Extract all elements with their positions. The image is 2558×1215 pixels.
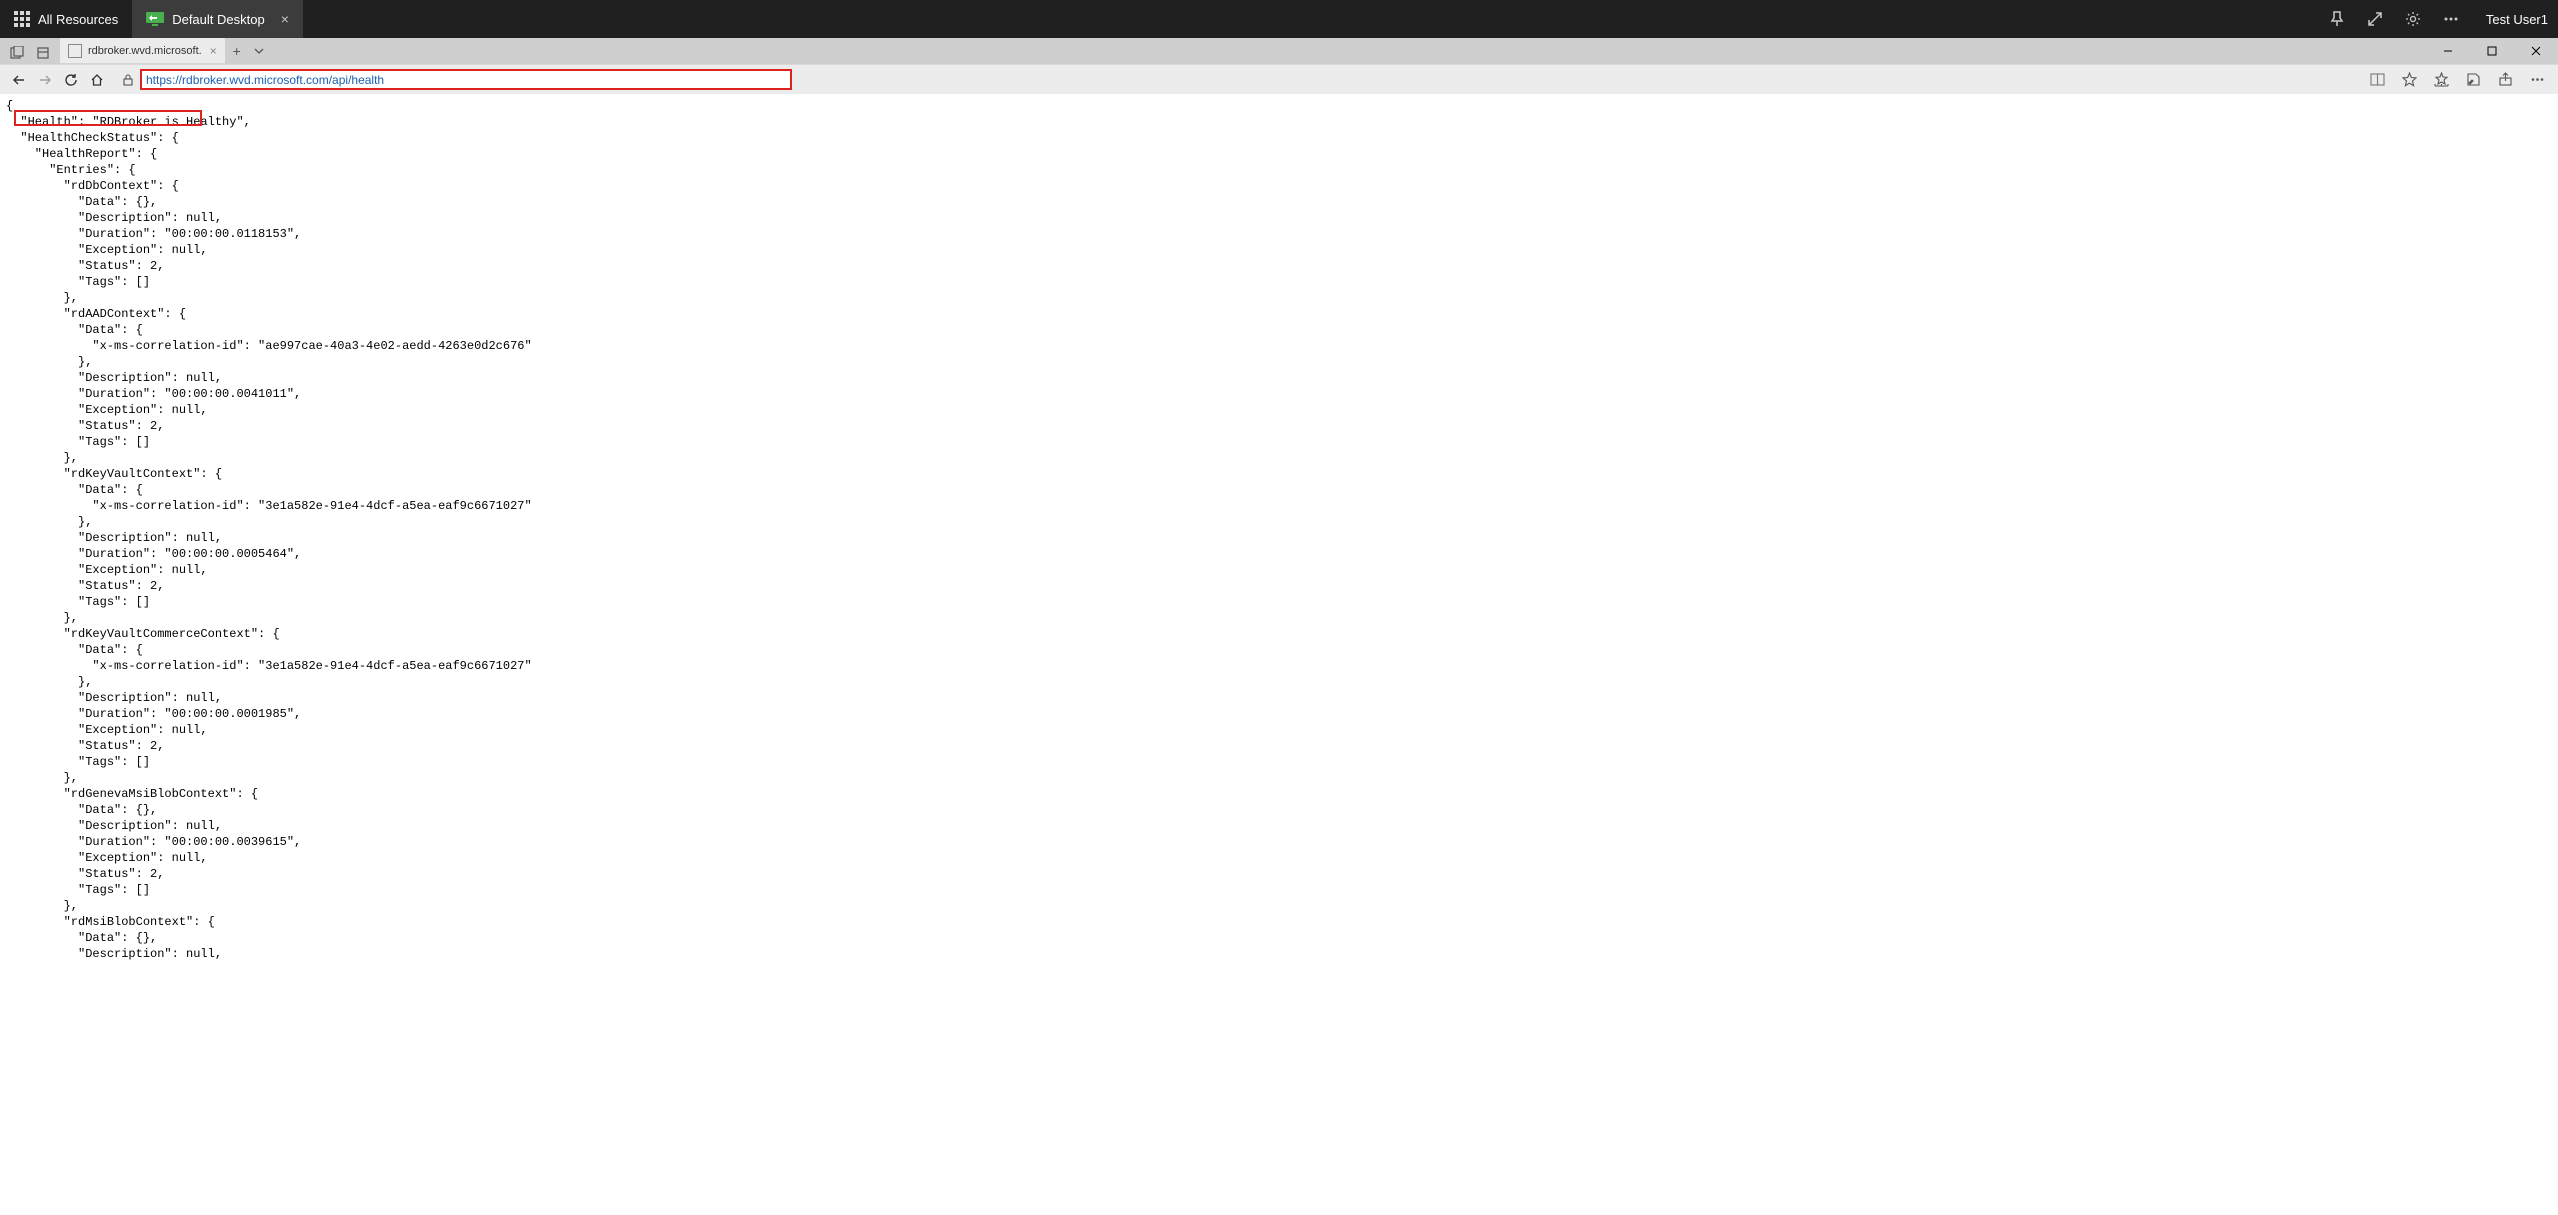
browser-tabstrip: rdbroker.wvd.microsoft. × + — [0, 38, 2558, 64]
addrbar-right-icons — [2366, 69, 2552, 91]
maximize-button[interactable] — [2470, 38, 2514, 64]
favorite-star-icon[interactable] — [2398, 69, 2420, 91]
url-box — [116, 68, 2360, 92]
reading-view-icon[interactable] — [2366, 69, 2388, 91]
new-tab-button[interactable]: + — [225, 39, 249, 63]
set-aside-tabs-button[interactable] — [6, 42, 28, 64]
address-input[interactable] — [146, 73, 786, 87]
minimize-button[interactable] — [2426, 38, 2470, 64]
browser-tab-title: rdbroker.wvd.microsoft. — [88, 45, 202, 57]
home-button[interactable] — [84, 67, 110, 93]
lock-icon[interactable] — [116, 68, 140, 92]
back-button[interactable] — [6, 67, 32, 93]
refresh-button[interactable] — [58, 67, 84, 93]
rd-tab-all-resources[interactable]: All Resources — [0, 0, 132, 38]
share-icon[interactable] — [2494, 69, 2516, 91]
close-button[interactable] — [2514, 38, 2558, 64]
apps-grid-icon — [14, 11, 30, 27]
rd-user-label[interactable]: Test User1 — [2486, 12, 2548, 27]
tabs-dropdown-icon[interactable] — [249, 39, 269, 63]
favorites-bar-icon[interactable] — [2430, 69, 2452, 91]
rd-tab-all-label: All Resources — [38, 12, 118, 27]
desktop-icon — [146, 12, 164, 26]
page-viewport[interactable]: { "Health": "RDBroker is Healthy", "Heal… — [0, 94, 2558, 1215]
rd-tab-close-icon[interactable]: × — [281, 11, 289, 27]
remote-desktop-bar: All Resources Default Desktop × Test Use… — [0, 0, 2558, 38]
json-response-body: { "Health": "RDBroker is Healthy", "Heal… — [0, 94, 2558, 966]
window-controls — [2426, 38, 2558, 64]
pin-icon[interactable] — [2328, 10, 2346, 28]
notes-icon[interactable] — [2462, 69, 2484, 91]
gear-icon[interactable] — [2404, 10, 2422, 28]
show-tabs-button[interactable] — [32, 42, 54, 64]
url-highlight-box — [140, 69, 792, 90]
rd-tab-desktop-label: Default Desktop — [172, 12, 265, 27]
rd-tab-default-desktop[interactable]: Default Desktop × — [132, 0, 303, 38]
expand-icon[interactable] — [2366, 10, 2384, 28]
browser-more-icon[interactable] — [2526, 69, 2548, 91]
browser-tab[interactable]: rdbroker.wvd.microsoft. × — [60, 38, 225, 64]
tab-close-icon[interactable]: × — [202, 44, 217, 58]
browser-address-bar — [0, 64, 2558, 94]
rd-bar-right: Test User1 — [2328, 0, 2558, 38]
browser-chrome: rdbroker.wvd.microsoft. × + — [0, 38, 2558, 94]
page-icon — [68, 44, 82, 58]
more-icon[interactable] — [2442, 10, 2460, 28]
forward-button[interactable] — [32, 67, 58, 93]
